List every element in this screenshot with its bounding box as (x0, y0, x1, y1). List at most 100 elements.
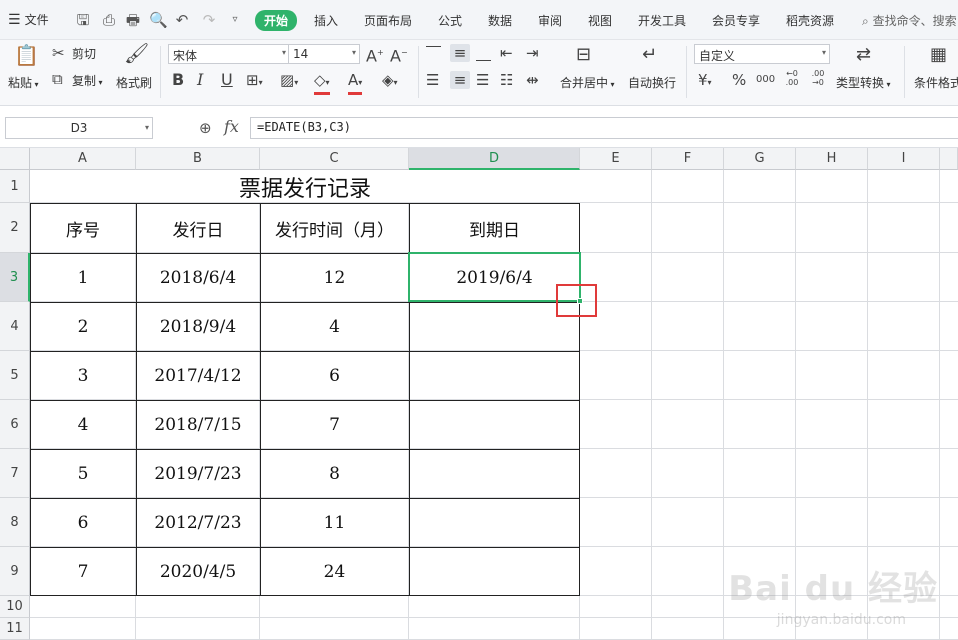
header-cell[interactable]: 发行时间（月） (260, 203, 409, 253)
table-cell[interactable] (409, 400, 580, 449)
table-cell[interactable]: 7 (30, 547, 136, 596)
column-header-a[interactable]: A (30, 148, 136, 170)
row-header-3[interactable]: 3 (0, 253, 30, 302)
table-cell[interactable]: 2019/7/23 (136, 449, 260, 498)
table-cell[interactable]: 11 (260, 498, 409, 547)
decrease-font-size-icon[interactable]: A− (390, 44, 408, 65)
tab-member[interactable]: 会员专享 (712, 12, 760, 29)
table-cell[interactable]: 4 (30, 400, 136, 449)
table-cell[interactable]: 1 (30, 253, 136, 302)
undo-icon[interactable]: ↶ (173, 11, 191, 29)
row-header-1[interactable]: 1 (0, 170, 30, 203)
align-right-icon[interactable]: ☰ (476, 71, 489, 89)
column-header-partial[interactable] (940, 148, 958, 170)
insert-function-icon[interactable]: fx (224, 117, 239, 136)
row-header-11[interactable]: 11 (0, 618, 30, 640)
tab-developer[interactable]: 开发工具 (638, 12, 686, 29)
zoom-icon[interactable]: ⊕ (199, 119, 212, 137)
tab-formulas[interactable]: 公式 (438, 12, 462, 29)
decrease-decimal-button[interactable]: .00 →0 (808, 69, 828, 87)
row-header-10[interactable]: 10 (0, 596, 30, 618)
column-header-c[interactable]: C (260, 148, 409, 170)
row-header-5[interactable]: 5 (0, 351, 30, 400)
header-cell[interactable]: 序号 (30, 203, 136, 253)
command-search[interactable]: ⌕ 查找命令、搜索 (862, 12, 957, 29)
row-header-8[interactable]: 8 (0, 498, 30, 547)
table-cell[interactable]: 3 (30, 351, 136, 400)
font-size-select[interactable]: 14 ▾ (288, 44, 360, 64)
font-name-select[interactable]: 宋体 ▾ (168, 44, 290, 64)
thousands-separator-button[interactable]: 000 (756, 71, 775, 89)
percent-button[interactable]: % (732, 71, 746, 89)
file-menu-button[interactable]: ☰ 文件 (8, 11, 49, 28)
borders-icon[interactable]: ⊞▾ (246, 71, 263, 92)
underline-icon[interactable]: U (221, 71, 233, 89)
type-convert-button[interactable]: 类型转换 ▾ (836, 74, 891, 91)
align-middle-icon[interactable]: ≡ (450, 44, 470, 62)
table-cell[interactable]: 7 (260, 400, 409, 449)
table-cell[interactable]: 5 (30, 449, 136, 498)
table-cell[interactable]: 2018/7/15 (136, 400, 260, 449)
bold-icon[interactable]: B (172, 71, 184, 89)
table-cell[interactable] (409, 449, 580, 498)
distributed-icon[interactable]: ⇹ (526, 71, 539, 89)
table-cell[interactable]: 2 (30, 302, 136, 351)
merge-center-icon[interactable]: ⊟ (576, 46, 591, 64)
formula-input[interactable]: =EDATE(B3,C3) (250, 117, 958, 139)
increase-decimal-button[interactable]: ←0 .00 (782, 69, 802, 87)
row-header-6[interactable]: 6 (0, 400, 30, 449)
format-painter-icon[interactable]: 🖌 (124, 43, 149, 63)
table-cell[interactable] (409, 547, 580, 596)
row-header-2[interactable]: 2 (0, 203, 30, 253)
name-box[interactable]: D3 ▾ (5, 117, 153, 139)
decrease-indent-icon[interactable]: ⇤ (500, 44, 513, 62)
increase-font-size-icon[interactable]: A+ (366, 44, 384, 65)
tab-page-layout[interactable]: 页面布局 (364, 12, 412, 29)
format-painter-button[interactable]: 格式刷 (116, 74, 152, 91)
header-cell[interactable]: 到期日 (409, 203, 580, 253)
table-cell[interactable]: 24 (260, 547, 409, 596)
column-header-b[interactable]: B (136, 148, 260, 170)
column-header-e[interactable]: E (580, 148, 652, 170)
copy-button[interactable]: 复制 ▾ (72, 72, 103, 89)
scissors-icon[interactable]: ✂ (52, 44, 65, 62)
number-format-select[interactable]: 自定义 ▾ (694, 44, 830, 64)
wrap-text-button[interactable]: 自动换行 (628, 74, 676, 91)
align-left-icon[interactable]: ☰ (426, 71, 439, 89)
font-color-icon[interactable]: A▾ (348, 71, 363, 95)
align-bottom-icon[interactable]: ⎽ (476, 44, 491, 62)
currency-button[interactable]: ¥▾ (698, 71, 712, 92)
table-cell[interactable]: 12 (260, 253, 409, 302)
type-convert-icon[interactable]: ⇄ (856, 46, 871, 64)
column-header-i[interactable]: I (868, 148, 940, 170)
header-cell[interactable]: 发行日 (136, 203, 260, 253)
increase-indent-icon[interactable]: ⇥ (526, 44, 539, 62)
tab-docer-resources[interactable]: 稻壳资源 (786, 12, 834, 29)
align-top-icon[interactable]: ⎺ (426, 44, 441, 62)
fill-color-icon[interactable]: ◇▾ (314, 71, 330, 95)
redo-icon[interactable]: ↷ (200, 11, 218, 29)
tab-review[interactable]: 审阅 (538, 12, 562, 29)
italic-icon[interactable]: I (197, 71, 203, 89)
column-header-f[interactable]: F (652, 148, 724, 170)
table-cell[interactable]: 6 (260, 351, 409, 400)
merge-center-button[interactable]: 合并居中 ▾ (560, 74, 615, 91)
justify-icon[interactable]: ☷ (500, 71, 513, 89)
print-preview-icon[interactable]: 🔍 (149, 11, 168, 29)
save-icon[interactable]: 🖫 (74, 11, 92, 29)
conditional-format-icon[interactable]: ▦ (930, 46, 947, 64)
column-header-d[interactable]: D (409, 148, 580, 170)
column-header-h[interactable]: H (796, 148, 868, 170)
clear-format-icon[interactable]: ◈▾ (382, 71, 398, 92)
tab-insert[interactable]: 插入 (314, 12, 338, 29)
quick-access-dropdown-icon[interactable]: ▿ (226, 11, 244, 29)
table-cell[interactable]: 6 (30, 498, 136, 547)
tab-view[interactable]: 视图 (588, 12, 612, 29)
select-all-corner[interactable] (0, 148, 30, 170)
table-cell[interactable]: 8 (260, 449, 409, 498)
row-header-9[interactable]: 9 (0, 547, 30, 596)
table-cell[interactable]: 2018/9/4 (136, 302, 260, 351)
table-cell[interactable] (409, 351, 580, 400)
align-center-icon[interactable]: ≡ (450, 71, 470, 89)
table-cell[interactable]: 4 (260, 302, 409, 351)
